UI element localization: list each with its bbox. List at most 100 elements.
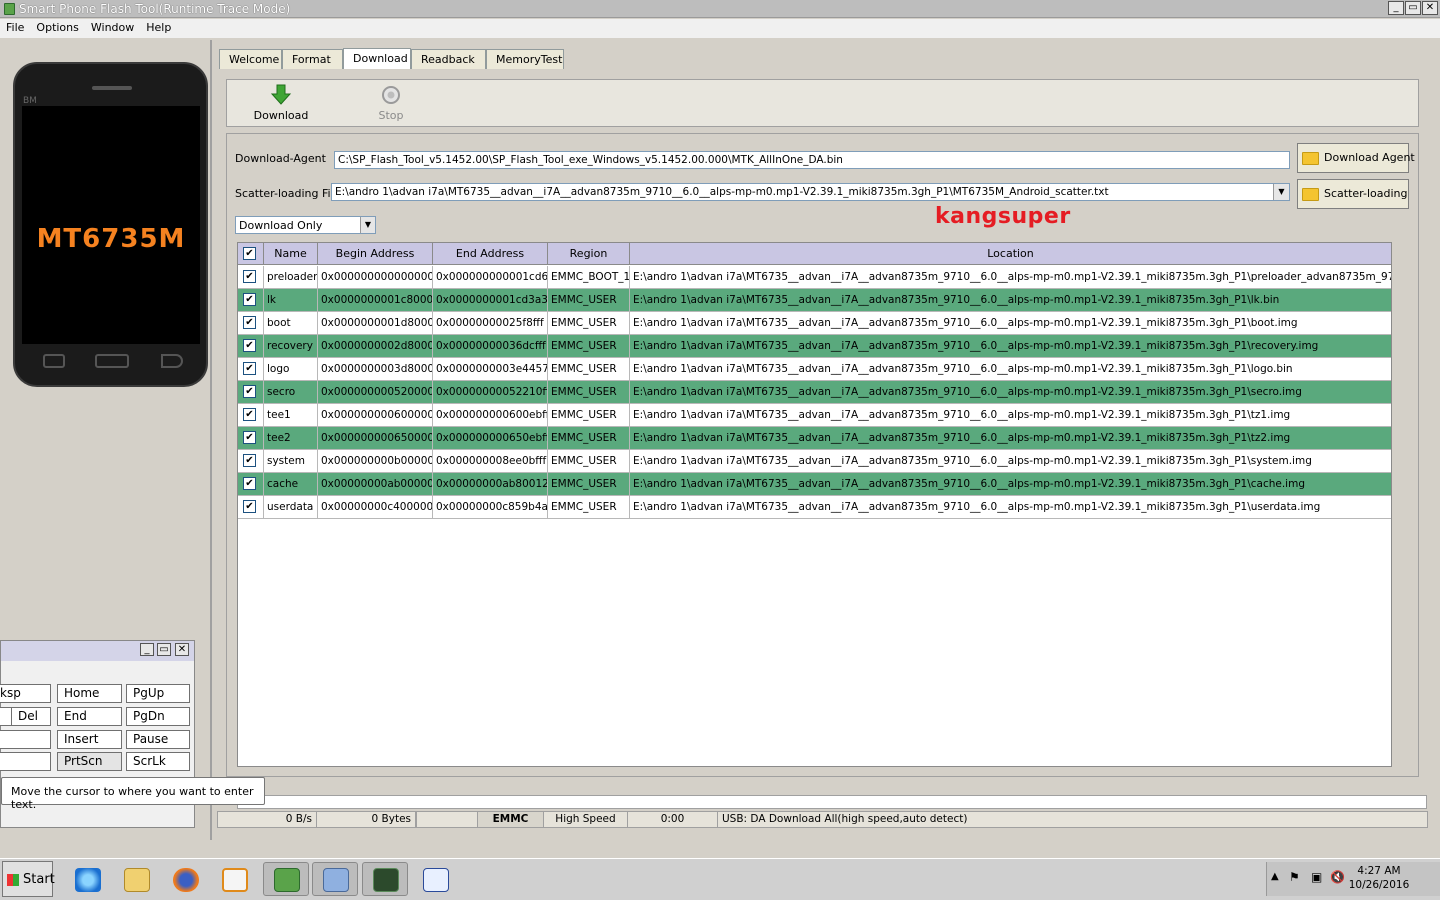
table-row[interactable]: ✔ boot 0x0000000001d80000 0x00000000025f8ff… (238, 312, 1391, 335)
table-row[interactable]: ✔ secro 0x0000000005200000 0x00000000052210… (238, 381, 1391, 404)
table-row[interactable]: ✔ lk 0x0000000001c80000 0x0000000001cd3a33 E… (238, 289, 1391, 312)
menu-help[interactable]: Help (140, 19, 177, 34)
osk-key-scrlk[interactable]: ScrLk (126, 752, 190, 771)
table-row[interactable]: ✔ tee1 0x0000000006000000 0x000000000600ebf… (238, 404, 1391, 427)
osk-key-backspace[interactable]: ksp (0, 684, 51, 703)
cell-begin: 0x00000000c4000000 (318, 496, 433, 519)
download-button[interactable]: Download (250, 84, 312, 124)
close-button[interactable]: ✕ (1422, 1, 1438, 15)
cell-begin: 0x00000000ab000000 (318, 473, 433, 496)
phone-illustration: BM MT6735M (13, 62, 208, 387)
row-checkbox[interactable]: ✔ (243, 362, 256, 375)
table-row[interactable]: ✔ recovery 0x0000000002d80000 0x00000000036… (238, 335, 1391, 358)
start-label: Start (23, 872, 55, 887)
osk-maximize-button[interactable]: ▭ (157, 643, 171, 656)
menu-window[interactable]: Window (85, 19, 140, 34)
cell-name: logo (264, 358, 318, 381)
download-mode-select[interactable]: Download Only ▼ (235, 216, 376, 234)
flash-tool-icon[interactable] (263, 862, 309, 896)
download-arrow-icon (270, 84, 292, 105)
table-row[interactable]: ✔ logo 0x0000000003d80000 0x0000000003e4457… (238, 358, 1391, 381)
scatter-file-value: E:\andro 1\advan i7a\MT6735__advan__i7A_… (335, 186, 1109, 198)
osk-close-button[interactable]: ✕ (175, 643, 189, 656)
menu-bar: File Options Window Help (0, 19, 1440, 38)
tab-format[interactable]: Format (282, 49, 343, 69)
progress-bar (237, 795, 1427, 809)
windows-logo-icon (7, 874, 19, 886)
row-select-cell: ✔ (238, 266, 264, 289)
scatter-loading-button[interactable]: Scatter-loading (1297, 179, 1409, 209)
row-checkbox[interactable]: ✔ (243, 385, 256, 398)
tab-readback[interactable]: Readback (411, 49, 486, 69)
internet-explorer-icon[interactable] (64, 862, 110, 896)
menu-options[interactable]: Options (30, 19, 84, 34)
row-checkbox[interactable]: ✔ (243, 270, 256, 283)
osk-key-pgup[interactable]: PgUp (126, 684, 190, 703)
task-manager-icon[interactable] (362, 862, 408, 896)
header-select-all[interactable]: ✔ (238, 243, 264, 265)
row-checkbox[interactable]: ✔ (243, 293, 256, 306)
menu-file[interactable]: File (0, 19, 30, 34)
table-row[interactable]: ✔ tee2 0x0000000006500000 0x000000000650ebf… (238, 427, 1391, 450)
osk-key-del[interactable]: Del (11, 707, 51, 726)
osk-key-prtscn[interactable]: PrtScn (57, 752, 122, 771)
cell-name: cache (264, 473, 318, 496)
show-hidden-icons-icon[interactable]: ▲ (1271, 871, 1279, 882)
table-row[interactable]: ✔ system 0x000000000b000000 0x000000008ee0b… (238, 450, 1391, 473)
cell-location: E:\andro 1\advan i7a\MT6735__advan__i7A_… (633, 271, 1391, 283)
chevron-down-icon[interactable]: ▼ (360, 217, 375, 233)
table-row[interactable]: ✔ preloader 0x0000000000000000 0x0000000000… (238, 266, 1391, 289)
tab-welcome[interactable]: Welcome (219, 49, 282, 69)
cell-name: boot (264, 312, 318, 335)
stop-button[interactable]: Stop (370, 84, 412, 124)
cell-end: 0x000000000600ebff (433, 404, 548, 427)
row-checkbox[interactable]: ✔ (243, 477, 256, 490)
on-screen-keyboard-icon[interactable] (312, 862, 358, 896)
folder-icon (1302, 188, 1319, 201)
cell-region: EMMC_USER (548, 496, 630, 519)
row-checkbox[interactable]: ✔ (243, 500, 256, 513)
scatter-loading-button-label: Scatter-loading (1324, 187, 1408, 200)
osk-key-pgdn[interactable]: PgDn (126, 707, 190, 726)
osk-minimize-button[interactable]: _ (140, 643, 154, 656)
checkbox-icon[interactable]: ✔ (243, 247, 256, 260)
start-button[interactable]: Start (2, 861, 55, 897)
action-center-flag-icon[interactable]: ⚑ (1289, 870, 1300, 884)
media-player-icon[interactable] (211, 862, 257, 896)
cell-begin: 0x0000000005200000 (318, 381, 433, 404)
cell-region: EMMC_USER (548, 404, 630, 427)
row-select-cell: ✔ (238, 427, 264, 450)
cell-region: EMMC_USER (548, 473, 630, 496)
firefox-icon[interactable] (162, 862, 208, 896)
row-checkbox[interactable]: ✔ (243, 408, 256, 421)
status-storage: EMMC (478, 812, 544, 827)
osk-key-insert[interactable]: Insert (57, 730, 122, 749)
file-explorer-icon[interactable] (113, 862, 159, 896)
tab-download[interactable]: Download (343, 48, 411, 69)
osk-title-bar: _ ▭ ✕ (1, 641, 194, 661)
osk-key-home[interactable]: Home (57, 684, 122, 703)
mtk-droid-icon[interactable] (412, 862, 458, 896)
row-checkbox[interactable]: ✔ (243, 431, 256, 444)
osk-key-pause[interactable]: Pause (126, 730, 190, 749)
scatter-file-field[interactable]: E:\andro 1\advan i7a\MT6735__advan__i7A_… (331, 183, 1290, 201)
cell-region: EMMC_USER (548, 381, 630, 404)
tab-memorytest[interactable]: MemoryTest (486, 49, 564, 69)
tray-clock[interactable]: 4:27 AM 10/26/2016 (1340, 864, 1418, 892)
table-row[interactable]: ✔ cache 0x00000000ab000000 0x00000000ab8001… (238, 473, 1391, 496)
row-checkbox[interactable]: ✔ (243, 339, 256, 352)
folder-icon (1302, 152, 1319, 165)
download-agent-field[interactable]: C:\SP_Flash_Tool_v5.1452.00\SP_Flash_Too… (334, 151, 1290, 169)
download-agent-button[interactable]: Download Agent (1297, 143, 1415, 173)
cell-location: E:\andro 1\advan i7a\MT6735__advan__i7A_… (633, 317, 1298, 329)
minimize-button[interactable]: _ (1388, 1, 1404, 15)
header-region: Region (548, 243, 630, 265)
chevron-down-icon[interactable]: ▼ (1273, 184, 1289, 200)
osk-key-end[interactable]: End (57, 707, 122, 726)
maximize-button[interactable]: ▭ (1405, 1, 1421, 15)
download-mode-value: Download Only (239, 219, 323, 232)
table-row[interactable]: ✔ userdata 0x00000000c4000000 0x00000000c85… (238, 496, 1391, 519)
row-checkbox[interactable]: ✔ (243, 316, 256, 329)
network-icon[interactable]: ▣ (1311, 870, 1322, 884)
row-checkbox[interactable]: ✔ (243, 454, 256, 467)
